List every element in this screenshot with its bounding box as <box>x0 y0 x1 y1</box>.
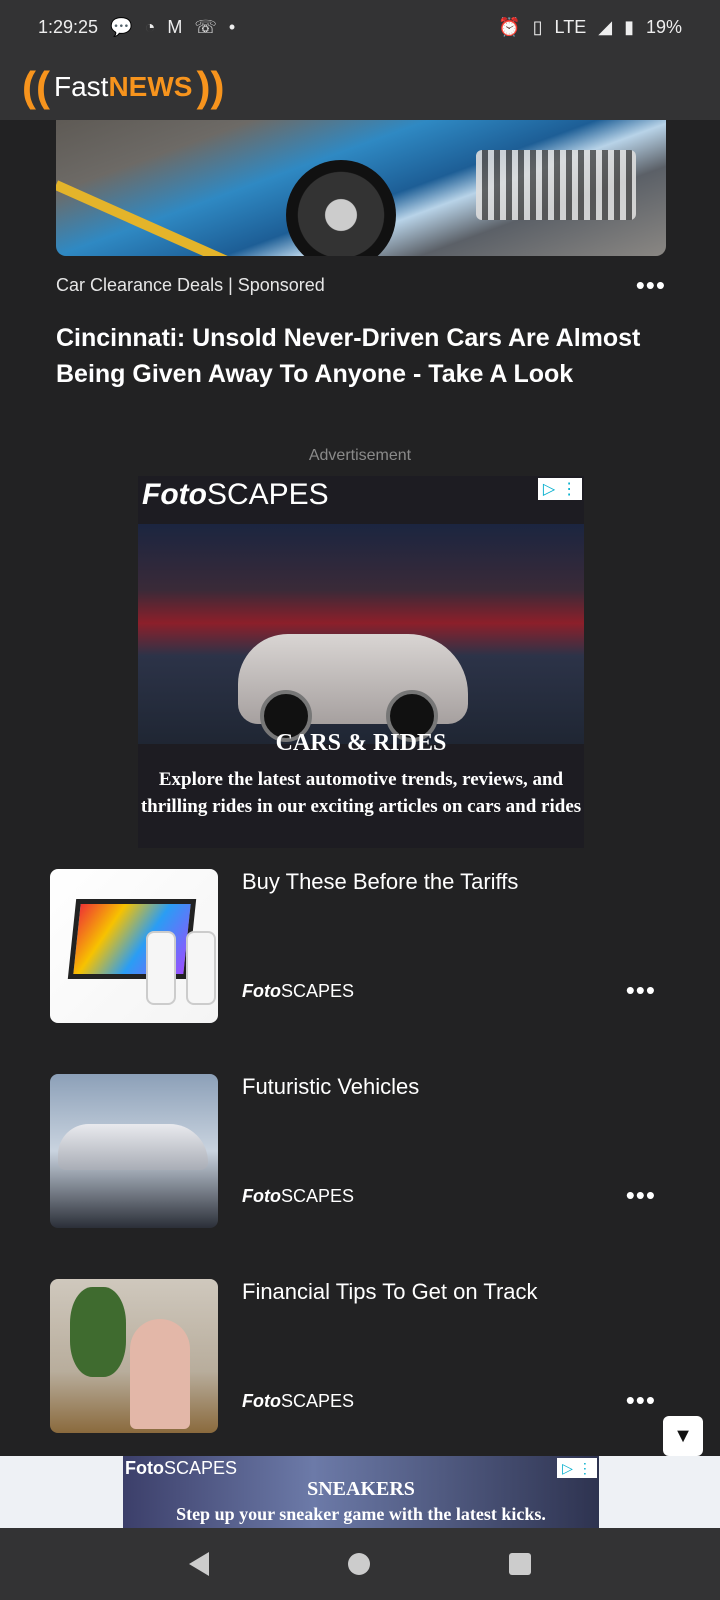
adchoices-menu-icon: ⋮ <box>561 481 578 498</box>
ad-car-image <box>238 634 468 742</box>
bottom-ad-brand-light: SCAPES <box>163 1458 238 1478</box>
ad-brand-bold: Foto <box>142 478 207 511</box>
logo-left-waves: (( <box>22 63 50 110</box>
article-source-logo: FotoSCAPES <box>242 1186 354 1207</box>
article-title[interactable]: Futuristic Vehicles <box>242 1074 419 1100</box>
sponsored-meta-row: Car Clearance Deals | Sponsored ••• <box>56 272 666 298</box>
source-light: SCAPES <box>280 1391 355 1411</box>
status-bar: 1:29:25 💬 ◔ M ☏ • ⏰ ▯ LTE ◢ ▮ 19% <box>0 0 720 54</box>
back-icon[interactable] <box>189 1552 210 1576</box>
recent-apps-icon[interactable] <box>508 1553 531 1575</box>
article-source-logo: FotoSCAPES <box>242 981 354 1002</box>
adchoices-menu-icon: ⋮ <box>577 1459 592 1476</box>
console-screen <box>67 899 197 979</box>
logo-right-waves: )) <box>196 63 225 110</box>
source-bold: Foto <box>242 1391 281 1411</box>
chat-icon: 💬 <box>110 16 133 37</box>
adchoices-play-icon: ▷ <box>542 481 556 498</box>
bottom-ad-brand-logo: FotoSCAPES <box>125 1458 237 1479</box>
ad-brand-logo: FotoSCAPES <box>142 478 329 512</box>
article-title[interactable]: Buy These Before the Tariffs <box>242 869 518 895</box>
bottom-ad-brand-bold: Foto <box>125 1458 164 1478</box>
signal-icon: ◢ <box>598 16 613 37</box>
alarm-icon: ⏰ <box>498 16 521 37</box>
status-bar-left: 1:29:25 💬 ◔ M ☏ • <box>38 17 235 38</box>
messenger-icon: ◔ <box>144 16 156 37</box>
collapse-ad-button[interactable]: ▼ <box>663 1416 703 1456</box>
sponsored-headline[interactable]: Cincinnati: Unsold Never-Driven Cars Are… <box>56 320 676 392</box>
bottom-ad-description: Step up your sneaker game with the lates… <box>176 1504 546 1524</box>
article-source-logo: FotoSCAPES <box>242 1391 354 1412</box>
ad-title: CARS & RIDES <box>275 730 447 756</box>
app-bar: (( Fast NEWS )) <box>0 54 720 120</box>
more-options-icon[interactable]: ••• <box>626 977 656 1003</box>
futuristic-car-image <box>58 1124 208 1170</box>
more-options-icon[interactable]: ••• <box>626 1387 656 1413</box>
ad-description: Explore the latest automotive trends, re… <box>140 769 582 817</box>
list-item[interactable]: Futuristic Vehicles FotoSCAPES ••• <box>50 1074 690 1230</box>
advertisement-label: Advertisement <box>308 447 412 464</box>
missed-call-icon: ☏ <box>194 16 217 37</box>
battery-icon: ▮ <box>624 16 634 37</box>
fastnews-logo[interactable]: (( Fast NEWS )) <box>22 66 224 108</box>
bottom-banner-container: FotoSCAPES ▷ ⋮ SNEAKERS Step up your snea… <box>0 1456 720 1528</box>
adchoices-icon[interactable]: ▷ ⋮ <box>557 1458 597 1478</box>
article-thumbnail <box>50 869 218 1023</box>
source-bold: Foto <box>242 1186 281 1206</box>
ad-brand-light: SCAPES <box>206 478 329 511</box>
more-options-icon[interactable]: ••• <box>636 272 666 298</box>
list-item[interactable]: Buy These Before the Tariffs FotoSCAPES … <box>50 869 690 1025</box>
car-grille <box>476 150 636 220</box>
more-notifications-icon: • <box>228 16 236 37</box>
article-title[interactable]: Financial Tips To Get on Track <box>242 1279 538 1305</box>
ad-photo <box>138 524 584 744</box>
source-bold: Foto <box>242 981 281 1001</box>
car-wheel <box>286 160 396 256</box>
parking-line <box>56 180 260 256</box>
joycon-left <box>146 931 176 1005</box>
logo-news-text: NEWS <box>108 71 193 102</box>
joycon-right <box>186 931 216 1005</box>
more-options-icon[interactable]: ••• <box>626 1182 656 1208</box>
plant-image <box>70 1287 126 1377</box>
source-light: SCAPES <box>280 981 355 1001</box>
sponsored-hero-image[interactable] <box>56 120 666 256</box>
source-light: SCAPES <box>280 1186 355 1206</box>
bottom-ad-title: SNEAKERS <box>307 1478 415 1500</box>
vibrate-icon: ▯ <box>532 16 543 37</box>
fotoscapes-ad[interactable]: FotoSCAPES ▷ ⋮ CARS & RIDES Explore the l… <box>138 476 584 848</box>
article-thumbnail <box>50 1279 218 1433</box>
home-icon[interactable] <box>347 1553 370 1575</box>
bottom-banner-ad[interactable]: FotoSCAPES ▷ ⋮ SNEAKERS Step up your snea… <box>123 1456 599 1528</box>
person-image <box>130 1319 190 1429</box>
adchoices-icon[interactable]: ▷ ⋮ <box>538 478 582 500</box>
adchoices-play-icon: ▷ <box>562 1459 573 1476</box>
network-label: LTE <box>554 16 587 37</box>
status-time: 1:29:25 <box>38 16 99 37</box>
system-navigation-bar <box>0 1528 720 1600</box>
article-thumbnail <box>50 1074 218 1228</box>
gmail-icon: M <box>167 16 183 37</box>
logo-fast-text: Fast <box>53 71 109 102</box>
battery-percent: 19% <box>645 16 682 37</box>
status-bar-right: ⏰ ▯ LTE ◢ ▮ 19% <box>498 17 682 38</box>
sponsor-source[interactable]: Car Clearance Deals | Sponsored <box>56 275 325 296</box>
list-item[interactable]: Financial Tips To Get on Track FotoSCAPE… <box>50 1279 690 1435</box>
